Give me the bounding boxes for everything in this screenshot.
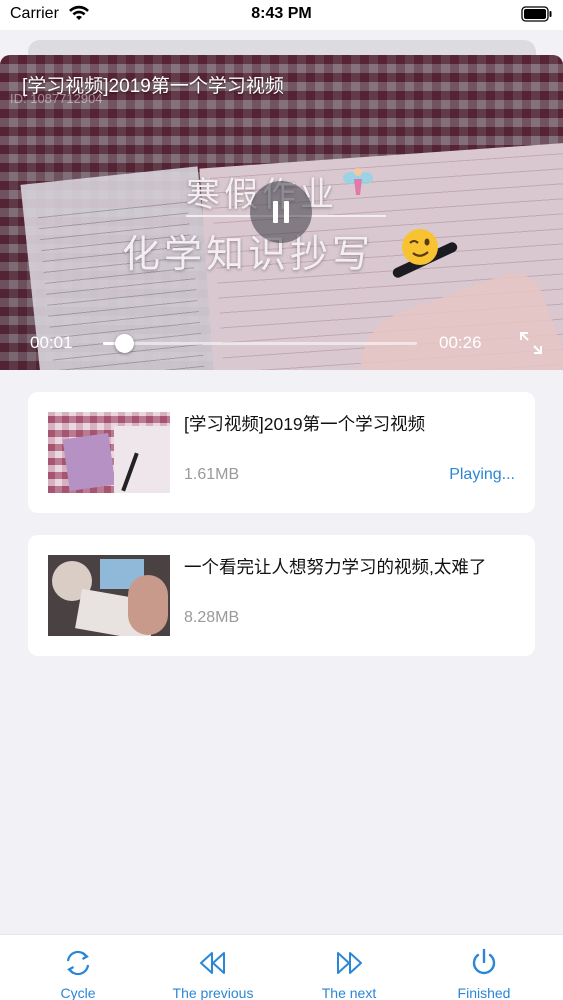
- total-time: 00:26: [439, 333, 482, 352]
- previous-button[interactable]: The previous: [158, 935, 268, 1000]
- video-thumbnail: [48, 412, 170, 493]
- playlist-item-title: [学习视频]2019第一个学习视频: [184, 414, 426, 434]
- video-player[interactable]: [学习视频]2019第一个学习视频 ID: 1087712904 寒假作业 化学…: [0, 55, 563, 370]
- playlist-item-size: 8.28MB: [184, 609, 240, 626]
- playlist-item[interactable]: [学习视频]2019第一个学习视频 1.61MB Playing...: [28, 392, 535, 513]
- finished-button[interactable]: Finished: [429, 935, 539, 1000]
- next-icon: [337, 952, 362, 974]
- fairy-icon: [343, 168, 373, 195]
- video-thumbnail: [48, 555, 170, 636]
- next-button[interactable]: The next: [294, 935, 404, 1000]
- playing-status: Playing...: [449, 466, 515, 483]
- previous-icon: [200, 952, 225, 974]
- video-id: ID: 1087712904: [10, 91, 103, 106]
- finished-label: Finished: [457, 985, 511, 1000]
- status-bar: Carrier 8:43 PM: [0, 0, 563, 30]
- pause-icon: [273, 201, 289, 223]
- wink-emoji-icon: [402, 229, 438, 265]
- next-label: The next: [321, 985, 377, 1000]
- cycle-label: Cycle: [60, 985, 96, 1000]
- progress-slider[interactable]: [103, 334, 417, 353]
- fullscreen-icon[interactable]: [518, 330, 544, 356]
- playlist-item-title: 一个看完让人想努力学习的视频,太难了: [184, 557, 487, 577]
- current-time: 00:01: [30, 333, 73, 352]
- previous-label: The previous: [172, 985, 254, 1000]
- cycle-icon: [66, 950, 90, 976]
- playlist-item-size: 1.61MB: [184, 466, 240, 483]
- video-caption-line2: 化学知识抄写: [122, 234, 375, 276]
- power-icon: [472, 948, 496, 975]
- pause-button[interactable]: [250, 181, 312, 243]
- cycle-button[interactable]: Cycle: [23, 935, 133, 1000]
- battery-icon: [521, 6, 552, 22]
- playlist-item[interactable]: 一个看完让人想努力学习的视频,太难了 8.28MB: [28, 535, 535, 656]
- status-time: 8:43 PM: [251, 5, 312, 22]
- bottom-toolbar: Cycle The previous The next Finished: [0, 934, 563, 1000]
